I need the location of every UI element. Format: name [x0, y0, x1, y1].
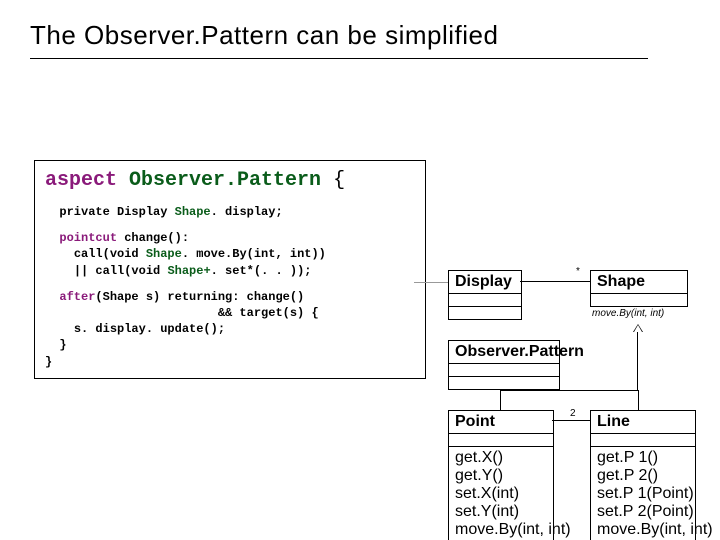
pc-line2: || call(void Shape+. set*(. . )); — [45, 263, 415, 279]
uml-display: Display — [448, 270, 522, 320]
slide-title: The Observer.Pattern can be simplified — [30, 20, 498, 51]
pc-line1: call(void Shape. move.By(int, int)) — [45, 246, 415, 262]
uml-display-name: Display — [449, 271, 521, 294]
kw-aspect: aspect — [45, 169, 117, 192]
uml-line-ops: get.P 1() get.P 2() set.P 1(Point) set.P… — [591, 447, 695, 540]
brace-close-outer: } — [45, 354, 415, 370]
gen-vert — [637, 332, 638, 390]
gen-drop-line — [638, 390, 639, 410]
brace-close-inner: } — [45, 337, 415, 353]
uml-observer-name: Observer.Pattern — [449, 341, 559, 364]
private-decl: private Display Shape. display; — [45, 204, 415, 220]
mult-two: 2 — [570, 408, 576, 419]
brace-open: { — [333, 169, 345, 192]
dep-code-display — [414, 282, 448, 283]
gen-drop-point — [500, 390, 501, 410]
after-line1: after(Shape s) returning: change() — [45, 289, 415, 305]
uml-shape: Shape — [590, 270, 688, 307]
slide: The Observer.Pattern can be simplified a… — [0, 0, 720, 540]
title-underline — [30, 58, 648, 59]
uml-point-name: Point — [449, 411, 553, 434]
uml-shape-op: move.By(int, int) — [592, 308, 664, 319]
gen-hbar — [500, 390, 638, 391]
uml-line-name: Line — [591, 411, 695, 434]
assoc-display-shape — [520, 281, 590, 282]
uml-observer: Observer.Pattern — [448, 340, 560, 390]
code-header: aspect Observer.Pattern { — [45, 167, 415, 194]
uml-point: Point get.X() get.Y() set.X(int) set.Y(i… — [448, 410, 554, 540]
pointcut-line: pointcut change(): — [45, 230, 415, 246]
uml-line: Line get.P 1() get.P 2() set.P 1(Point) … — [590, 410, 696, 540]
gen-arrowhead — [633, 324, 643, 332]
code-block: aspect Observer.Pattern { private Displa… — [34, 160, 426, 379]
uml-point-ops: get.X() get.Y() set.X(int) set.Y(int) mo… — [449, 447, 553, 540]
assoc-point-line — [552, 420, 590, 421]
cls-observer: Observer.Pattern — [129, 169, 321, 192]
after-line2: && target(s) { — [45, 305, 415, 321]
uml-shape-name: Shape — [591, 271, 687, 294]
mult-star: * — [576, 266, 580, 277]
after-body: s. display. update(); — [45, 321, 415, 337]
